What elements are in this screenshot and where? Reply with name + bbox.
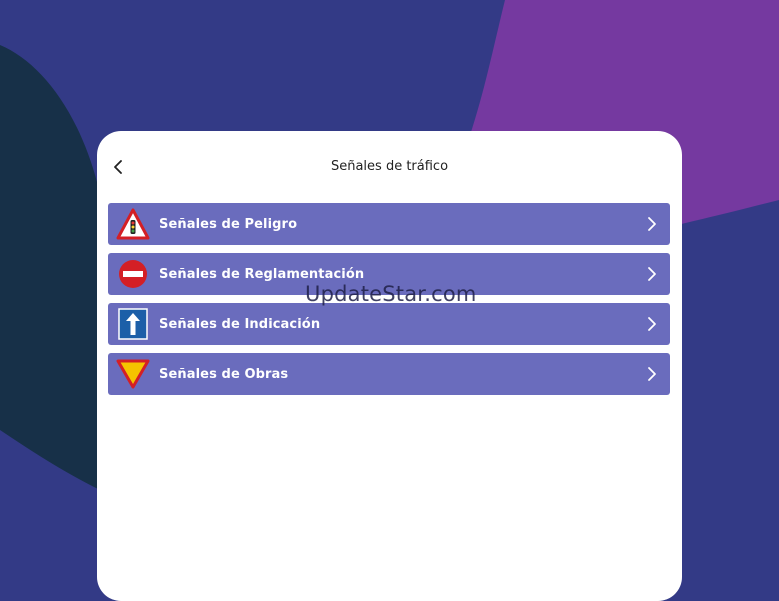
category-label: Señales de Obras	[159, 366, 289, 382]
category-peligro[interactable]: Señales de Peligro	[108, 203, 670, 245]
yield-triangle-sign-icon	[115, 356, 151, 392]
watermark: UpdateStar.com	[305, 282, 477, 306]
category-label: Señales de Peligro	[159, 216, 298, 232]
one-way-arrow-sign-icon	[115, 306, 151, 342]
chevron-right-icon	[648, 217, 656, 231]
warning-triangle-sign-icon	[115, 206, 151, 242]
chevron-right-icon	[648, 267, 656, 281]
category-obras[interactable]: Señales de Obras	[108, 353, 670, 395]
header: Señales de tráfico	[97, 131, 682, 203]
traffic-signs-panel: Señales de tráfico Señales de Peligro Se…	[97, 131, 682, 601]
chevron-right-icon	[648, 317, 656, 331]
no-entry-sign-icon	[115, 256, 151, 292]
category-indicacion[interactable]: Señales de Indicación	[108, 303, 670, 345]
chevron-right-icon	[648, 367, 656, 381]
category-label: Señales de Reglamentación	[159, 266, 365, 282]
page-title: Señales de tráfico	[330, 159, 449, 174]
category-label: Señales de Indicación	[159, 316, 321, 332]
